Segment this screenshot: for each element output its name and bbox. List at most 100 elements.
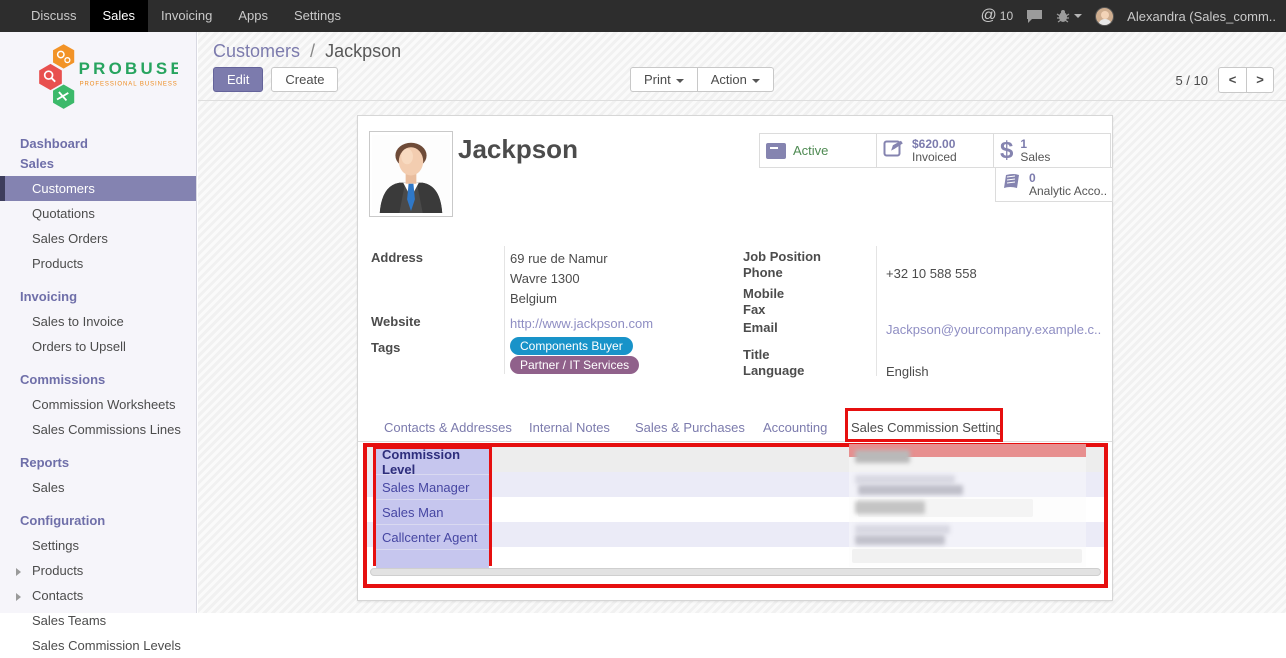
commission-row-empty[interactable] bbox=[376, 550, 489, 568]
sidebar-item-sales-orders[interactable]: Sales Orders bbox=[0, 226, 196, 251]
address-line-1: 69 rue de Namur bbox=[510, 251, 608, 266]
commission-row-callcenter-agent[interactable]: Callcenter Agent bbox=[376, 525, 489, 550]
website-label: Website bbox=[371, 314, 421, 329]
sidebar-item-sales-teams[interactable]: Sales Teams bbox=[0, 608, 196, 633]
action-dropdown-button[interactable]: Action bbox=[698, 67, 774, 92]
sidebar-heading-configuration[interactable]: Configuration bbox=[0, 508, 196, 533]
sidebar-item-config-products[interactable]: Products bbox=[0, 558, 196, 583]
dollar-icon: $ bbox=[1000, 137, 1013, 165]
tab-internal-notes[interactable]: Internal Notes bbox=[529, 420, 610, 435]
sidebar-item-quotations[interactable]: Quotations bbox=[0, 201, 196, 226]
menu-settings[interactable]: Settings bbox=[281, 0, 354, 32]
logo-tagline: PROFESSIONAL BUSINESS bbox=[80, 81, 178, 87]
sidebar-heading-sales[interactable]: Sales bbox=[0, 156, 196, 176]
active-stat-button[interactable]: Active bbox=[759, 133, 877, 168]
title-label: Title bbox=[743, 347, 770, 362]
active-label: Active bbox=[793, 144, 828, 157]
phone-value: +32 10 588 558 bbox=[886, 266, 977, 281]
customer-form-sheet: Jackpson Active $620.00 Invoiced bbox=[357, 115, 1113, 601]
redacted-cell bbox=[852, 549, 1082, 563]
right-fields-separator bbox=[876, 246, 877, 376]
edit-button[interactable]: Edit bbox=[213, 67, 263, 92]
annotation-box-active-tab bbox=[845, 408, 1003, 442]
commission-level-header[interactable]: Commission Level bbox=[376, 449, 489, 475]
sidebar-item-reports-sales[interactable]: Sales bbox=[0, 475, 196, 500]
stat-button-box: Active $620.00 Invoiced $ 1 Sal bbox=[759, 134, 1114, 202]
debug-caret-icon bbox=[1074, 14, 1082, 18]
sidebar-item-sales-commission-levels[interactable]: Sales Commission Levels bbox=[0, 633, 196, 658]
top-bar: Discuss Sales Invoicing Apps Settings @ … bbox=[0, 0, 1286, 32]
sidebar-item-orders-to-upsell[interactable]: Orders to Upsell bbox=[0, 334, 196, 359]
sidebar-heading-reports[interactable]: Reports bbox=[0, 450, 196, 475]
user-avatar[interactable] bbox=[1095, 7, 1114, 26]
email-label: Email bbox=[743, 320, 778, 335]
mentions-count: 10 bbox=[1000, 9, 1013, 23]
pager-previous-button[interactable]: < bbox=[1218, 67, 1246, 93]
user-name[interactable]: Alexandra (Sales_comm.. bbox=[1127, 9, 1276, 24]
sidebar-heading-commissions[interactable]: Commissions bbox=[0, 367, 196, 392]
menu-sales[interactable]: Sales bbox=[90, 0, 149, 32]
menu-discuss[interactable]: Discuss bbox=[18, 0, 90, 32]
redacted-cell bbox=[858, 485, 963, 495]
tags-label: Tags bbox=[371, 340, 400, 355]
pager-counter: 5 / 10 bbox=[1175, 73, 1208, 88]
website-link[interactable]: http://www.jackpson.com bbox=[510, 316, 653, 331]
sidebar-item-config-contacts[interactable]: Contacts bbox=[0, 583, 196, 608]
sidebar-heading-dashboard[interactable]: Dashboard bbox=[0, 131, 196, 156]
email-link[interactable]: Jackpson@yourcompany.example.c.. bbox=[886, 322, 1101, 337]
breadcrumb-customers-link[interactable]: Customers bbox=[213, 41, 300, 61]
main-area: Customers / Jackpson Edit Create Print A… bbox=[198, 32, 1286, 613]
pager-next-button[interactable]: > bbox=[1246, 67, 1274, 93]
action-caret-icon bbox=[752, 79, 760, 83]
archive-box-icon bbox=[766, 143, 786, 159]
at-icon: @ bbox=[981, 7, 997, 25]
menu-invoicing[interactable]: Invoicing bbox=[148, 0, 225, 32]
sales-stat-button[interactable]: $ 1 Sales bbox=[993, 133, 1111, 168]
commission-row-sales-man[interactable]: Sales Man bbox=[376, 500, 489, 525]
chat-bubble-icon[interactable] bbox=[1026, 9, 1043, 24]
breadcrumb-separator: / bbox=[310, 41, 315, 61]
sidebar-item-sales-commissions-lines[interactable]: Sales Commissions Lines bbox=[0, 417, 196, 442]
probuse-logo: PROBUSE PROFESSIONAL BUSINESS bbox=[0, 32, 196, 131]
phone-label: Phone bbox=[743, 265, 783, 280]
mobile-label: Mobile bbox=[743, 286, 784, 301]
breadcrumb-current: Jackpson bbox=[325, 41, 401, 61]
commission-row-sales-manager[interactable]: Sales Manager bbox=[376, 475, 489, 500]
redacted-cell bbox=[855, 475, 955, 484]
mentions-counter[interactable]: @ 10 bbox=[981, 7, 1014, 25]
print-dropdown-button[interactable]: Print bbox=[630, 67, 698, 92]
analytic-stat-button[interactable]: 0 Analytic Acco... bbox=[995, 167, 1113, 202]
tag-components-buyer[interactable]: Components Buyer bbox=[510, 337, 633, 355]
analytic-count: 0 bbox=[1029, 172, 1106, 185]
fax-label: Fax bbox=[743, 302, 765, 317]
redacted-cell bbox=[855, 501, 925, 514]
record-pager: 5 / 10 < > bbox=[1175, 67, 1274, 93]
redacted-cell bbox=[855, 535, 945, 545]
invoiced-label: Invoiced bbox=[912, 151, 957, 164]
analytic-label: Analytic Acco... bbox=[1029, 185, 1106, 198]
create-button[interactable]: Create bbox=[271, 67, 338, 92]
language-value: English bbox=[886, 364, 929, 379]
sidebar-item-commission-worksheets[interactable]: Commission Worksheets bbox=[0, 392, 196, 417]
sidebar-item-customers[interactable]: Customers bbox=[0, 176, 196, 201]
address-line-2: Wavre 1300 bbox=[510, 271, 580, 286]
sales-label: Sales bbox=[1020, 151, 1050, 164]
tab-contacts-addresses[interactable]: Contacts & Addresses bbox=[384, 420, 512, 435]
logo-text: PROBUSE bbox=[79, 59, 178, 78]
sidebar-heading-invoicing[interactable]: Invoicing bbox=[0, 284, 196, 309]
sales-count: 1 bbox=[1020, 138, 1050, 151]
customer-photo[interactable] bbox=[369, 131, 453, 217]
edit-pencil-icon bbox=[883, 138, 905, 163]
debug-bug-icon[interactable] bbox=[1056, 9, 1082, 23]
menu-apps[interactable]: Apps bbox=[225, 0, 281, 32]
tab-sales-purchases[interactable]: Sales & Purchases bbox=[635, 420, 745, 435]
invoiced-stat-button[interactable]: $620.00 Invoiced bbox=[876, 133, 994, 168]
breadcrumb: Customers / Jackpson bbox=[213, 41, 401, 62]
sidebar-item-sales-to-invoice[interactable]: Sales to Invoice bbox=[0, 309, 196, 334]
control-panel-divider bbox=[198, 100, 1286, 101]
left-fields-separator bbox=[504, 246, 505, 374]
tab-accounting[interactable]: Accounting bbox=[763, 420, 827, 435]
tag-partner-it-services[interactable]: Partner / IT Services bbox=[510, 356, 639, 374]
sidebar-item-settings[interactable]: Settings bbox=[0, 533, 196, 558]
sidebar-item-products[interactable]: Products bbox=[0, 251, 196, 276]
